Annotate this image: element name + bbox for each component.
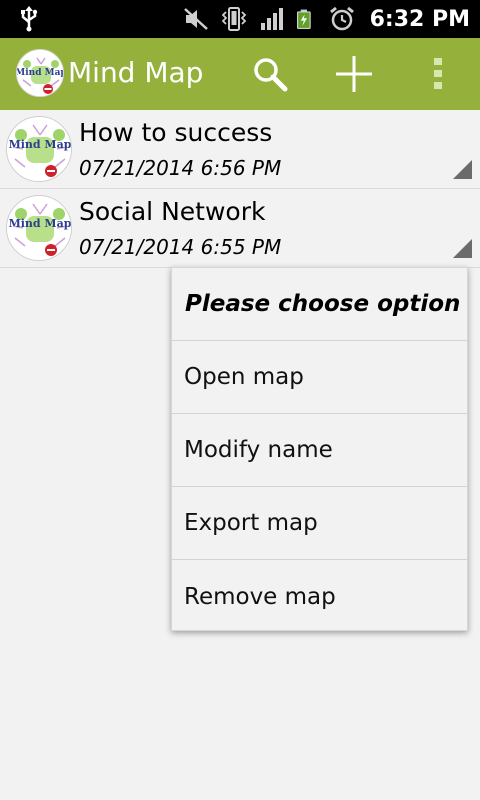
add-icon xyxy=(336,56,372,92)
search-button[interactable] xyxy=(248,52,292,96)
map-thumbnail: Mind Map xyxy=(6,116,72,182)
list-item[interactable]: Mind Map How to success 07/21/2014 6:56 … xyxy=(0,110,480,189)
app-title: Mind Map xyxy=(68,56,204,89)
export-map-option[interactable]: Export map xyxy=(172,487,467,560)
status-bar: 6:32 PM xyxy=(0,0,480,38)
battery-charging-icon xyxy=(296,9,311,30)
mute-icon xyxy=(183,8,208,30)
modify-name-option[interactable]: Modify name xyxy=(172,414,467,487)
mind-map-thumbnail-icon: Mind Map xyxy=(7,117,72,181)
mind-map-logo-icon: Mind Map xyxy=(17,50,64,96)
corner-indicator-icon xyxy=(453,160,472,179)
overflow-menu-button[interactable] xyxy=(416,52,460,96)
status-time: 6:32 PM xyxy=(369,6,470,32)
app-logo[interactable]: Mind Map xyxy=(16,49,64,97)
usb-icon xyxy=(21,6,38,32)
map-thumbnail: Mind Map xyxy=(6,195,72,261)
corner-indicator-icon xyxy=(453,239,472,258)
thumbnail-text: Mind Map xyxy=(9,138,72,151)
action-bar: Mind Map Mind Map xyxy=(0,38,480,110)
thumbnail-text: Mind Map xyxy=(9,217,72,230)
vibrate-icon xyxy=(221,7,246,31)
overflow-menu-icon xyxy=(434,58,442,89)
popup-title: Please choose option xyxy=(172,268,467,341)
mind-map-thumbnail-icon: Mind Map xyxy=(7,196,72,260)
add-map-button[interactable] xyxy=(332,52,376,96)
map-list: Mind Map How to success 07/21/2014 6:56 … xyxy=(0,110,480,268)
map-name: Social Network xyxy=(79,197,266,226)
options-popup: Please choose option Open map Modify nam… xyxy=(171,267,468,631)
map-date: 07/21/2014 6:55 PM xyxy=(79,235,282,259)
open-map-option[interactable]: Open map xyxy=(172,341,467,414)
map-name: How to success xyxy=(79,118,273,147)
map-date: 07/21/2014 6:56 PM xyxy=(79,156,282,180)
alarm-icon xyxy=(329,6,354,31)
list-item[interactable]: Mind Map Social Network 07/21/2014 6:55 … xyxy=(0,189,480,268)
remove-map-option[interactable]: Remove map xyxy=(172,560,467,633)
search-icon xyxy=(254,58,288,92)
signal-icon xyxy=(260,8,283,30)
logo-text: Mind Map xyxy=(17,68,64,78)
